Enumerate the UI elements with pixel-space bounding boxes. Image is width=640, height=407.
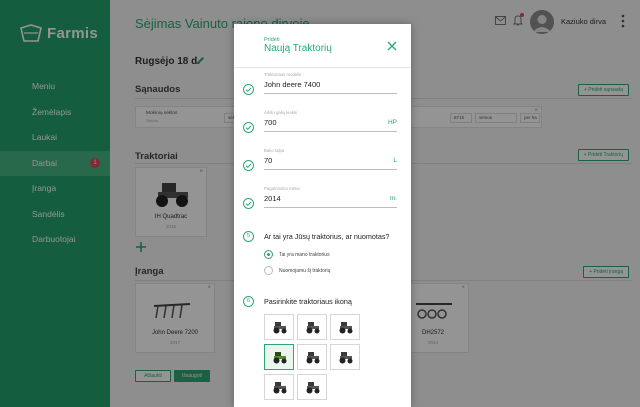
field-unit: HP: [387, 119, 397, 126]
field-underline: [264, 131, 397, 132]
check-circle-icon: [243, 84, 254, 95]
tractor-icon-option[interactable]: [330, 344, 360, 370]
modal-header: Pridėti Naują Traktorių: [234, 24, 411, 68]
ownership-question: Ar tai yra Jūsų traktorius, ar nuomotas?: [264, 232, 390, 241]
field-underline: [264, 93, 397, 94]
check-circle-icon: [243, 122, 254, 133]
tractor-icon-option[interactable]: [297, 344, 327, 370]
field-unit: L: [393, 157, 397, 164]
tractor-icon: [306, 352, 320, 364]
tank-capacity-field[interactable]: Bako talpa 70 L: [234, 145, 411, 177]
tractor-icon: [273, 382, 287, 394]
modal-body: Traktoriaus modelis John deere 7400 Arkl…: [234, 69, 411, 407]
year-field[interactable]: Pagaminimo metai 2014 m.: [234, 183, 411, 215]
field-underline: [264, 169, 397, 170]
tractor-icon-option[interactable]: [264, 374, 294, 400]
tractor-icon-option[interactable]: [297, 314, 327, 340]
radio-own[interactable]: [264, 250, 273, 259]
tractor-icon: [339, 322, 353, 334]
horsepower-field[interactable]: Arklio galių kiekis 700 HP: [234, 107, 411, 139]
check-circle-icon: [243, 160, 254, 171]
field-label: Bako talpa: [264, 148, 285, 153]
field-label: Traktoriaus modelis: [264, 72, 302, 77]
tractor-icon-option[interactable]: [330, 314, 360, 340]
tractor-icon: [273, 352, 287, 364]
radio-rented[interactable]: [264, 266, 273, 275]
tractor-icon-option[interactable]: [264, 344, 294, 370]
radio-label[interactable]: Tai yra mano traktorius: [279, 252, 330, 258]
field-value[interactable]: John deere 7400: [264, 80, 320, 89]
step-number: 6: [243, 296, 254, 307]
field-label: Pagaminimo metai: [264, 186, 300, 191]
tractor-icon-option[interactable]: [264, 314, 294, 340]
field-value[interactable]: 70: [264, 156, 272, 165]
field-value[interactable]: 2014: [264, 194, 281, 203]
field-label: Arklio galių kiekis: [264, 110, 297, 115]
tractor-icon: [339, 352, 353, 364]
tractor-icon: [273, 322, 287, 334]
tractor-icon-option[interactable]: [297, 374, 327, 400]
radio-label[interactable]: Nuomojamu šį traktorių: [279, 268, 330, 274]
modal-title: Naują Traktorių: [264, 43, 332, 54]
icon-picker-question: Pasirinkite traktoriaus ikoną: [264, 297, 352, 306]
app-root: Farmis Meniu Žemėlapis Laukai Darbai 1 Įr…: [0, 0, 640, 407]
step-number: 5: [243, 231, 254, 242]
check-circle-icon: [243, 198, 254, 209]
close-icon[interactable]: [387, 41, 397, 51]
tractor-icon: [306, 322, 320, 334]
field-value[interactable]: 700: [264, 118, 277, 127]
tractor-icon: [306, 382, 320, 394]
tractor-model-field[interactable]: Traktoriaus modelis John deere 7400: [234, 69, 411, 101]
add-tractor-modal: Pridėti Naują Traktorių Traktoriaus mode…: [234, 24, 411, 407]
field-underline: [264, 207, 397, 208]
field-unit: m.: [389, 195, 397, 202]
